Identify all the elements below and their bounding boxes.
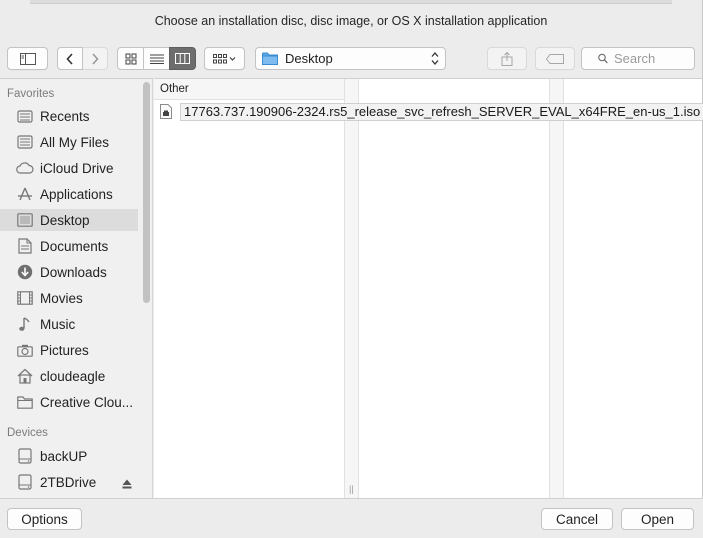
sidebar-item-movies[interactable]: Movies <box>0 287 138 309</box>
grid-view-icon <box>125 53 136 64</box>
folder-icon <box>262 52 278 65</box>
view-mode-group <box>117 47 196 70</box>
sidebar-item-backup[interactable]: backUP <box>0 445 138 467</box>
sidebar-item-label: backUP <box>40 448 88 464</box>
folder-icon <box>16 393 34 411</box>
movies-icon <box>16 289 34 307</box>
chevron-left-icon <box>66 52 73 65</box>
column-header: Other <box>154 79 344 100</box>
sidebar-item-music[interactable]: Music <box>0 313 138 335</box>
sidebar-item-label: Desktop <box>40 212 90 228</box>
sidebar-item-cloudeagle[interactable]: cloudeagle <box>0 365 138 387</box>
location-popup[interactable]: Desktop <box>255 47 446 70</box>
recents-icon <box>16 107 34 125</box>
sidebar-scrollbar[interactable] <box>143 82 150 303</box>
column-view-button[interactable] <box>169 47 196 70</box>
eject-icon[interactable] <box>122 477 132 492</box>
music-icon <box>16 315 34 333</box>
sidebar-item-label: Documents <box>40 238 109 254</box>
share-button[interactable] <box>487 47 527 70</box>
window-top-edge <box>30 0 672 4</box>
search-icon <box>598 53 608 64</box>
sidebar-item-label: Creative Clou... <box>40 394 134 410</box>
open-dialog: Choose an installation disc, disc image,… <box>0 0 703 538</box>
devices-header: Devices <box>7 427 48 439</box>
desktop-icon <box>16 211 34 229</box>
forward-button[interactable] <box>82 47 108 70</box>
list-view-button[interactable] <box>143 47 170 70</box>
icon-view-button[interactable] <box>117 47 144 70</box>
sidebar-item-label: Downloads <box>40 264 107 280</box>
column-view-icon <box>175 53 190 64</box>
all-files-icon <box>16 133 34 151</box>
sidebar-item-documents[interactable]: Documents <box>0 235 138 257</box>
drive-icon <box>16 473 34 491</box>
column-resize-handle[interactable]: || <box>349 484 354 494</box>
sidebar-item-2tbdrive[interactable]: 2TBDrive <box>0 471 138 493</box>
sidebar-item-all-my-files[interactable]: All My Files <box>0 131 138 153</box>
column-gutter <box>345 79 358 498</box>
sidebar-item-label: 2TBDrive <box>40 474 97 490</box>
column-other: Other <box>154 79 344 498</box>
back-forward-group <box>57 47 108 70</box>
sidebar-toggle-button[interactable] <box>7 47 48 70</box>
tag-icon <box>546 53 564 64</box>
tag-button[interactable] <box>535 47 575 70</box>
file-name: 17763.737.190906-2324.rs5_release_svc_re… <box>180 103 703 121</box>
sidebar-item-applications[interactable]: Applications <box>0 183 138 205</box>
updown-arrows-icon <box>431 52 439 65</box>
downloads-icon <box>16 263 34 281</box>
sidebar-icon <box>19 52 36 65</box>
list-view-icon <box>149 54 164 64</box>
location-label: Desktop <box>285 51 333 66</box>
cancel-button[interactable]: Cancel <box>541 508 613 530</box>
sidebar-item-desktop[interactable]: Desktop <box>0 209 138 231</box>
applications-icon <box>16 185 34 203</box>
sidebar-item-label: All My Files <box>40 134 110 150</box>
drive-icon <box>16 447 34 465</box>
search-input[interactable] <box>614 51 694 66</box>
camera-icon <box>16 341 34 359</box>
sidebar-item-label: Pictures <box>40 342 89 358</box>
disk-image-file-icon <box>160 104 174 120</box>
open-button[interactable]: Open <box>621 508 694 530</box>
dialog-title: Choose an installation disc, disc image,… <box>154 14 548 28</box>
column-divider <box>358 79 359 498</box>
home-icon <box>16 367 34 385</box>
column-browser: Other 17763.737.190906-2324.rs5_release_… <box>154 78 703 498</box>
sidebar-item-creative-cloud[interactable]: Creative Clou... <box>0 391 138 413</box>
arrange-icon <box>212 53 235 63</box>
share-icon <box>501 51 513 66</box>
column-gutter <box>550 79 563 498</box>
file-row[interactable]: 17763.737.190906-2324.rs5_release_svc_re… <box>160 103 703 121</box>
sidebar-item-label: cloudeagle <box>40 368 106 384</box>
sidebar-item-pictures[interactable]: Pictures <box>0 339 138 361</box>
arrange-button[interactable] <box>204 47 245 70</box>
sidebar-item-label: Movies <box>40 290 83 306</box>
sidebar-item-icloud-drive[interactable]: iCloud Drive <box>0 157 138 179</box>
options-button[interactable]: Options <box>7 508 82 530</box>
bottom-bar: Options Cancel Open <box>0 498 703 538</box>
back-button[interactable] <box>57 47 83 70</box>
search-field[interactable] <box>581 47 695 70</box>
favorites-header: Favorites <box>7 88 55 100</box>
column-divider <box>563 79 564 498</box>
sidebar-item-label: Recents <box>40 108 90 124</box>
sidebar-item-label: iCloud Drive <box>40 160 114 176</box>
sidebar-item-label: Applications <box>40 186 113 202</box>
documents-icon <box>16 237 34 255</box>
sidebar-item-downloads[interactable]: Downloads <box>0 261 138 283</box>
sidebar-item-recents[interactable]: Recents <box>0 105 138 127</box>
cloud-icon <box>16 159 34 177</box>
sidebar-item-label: Music <box>40 316 76 332</box>
sidebar: Favorites Recents All My Files iCloud Dr… <box>0 78 153 498</box>
chevron-right-icon <box>92 52 99 65</box>
